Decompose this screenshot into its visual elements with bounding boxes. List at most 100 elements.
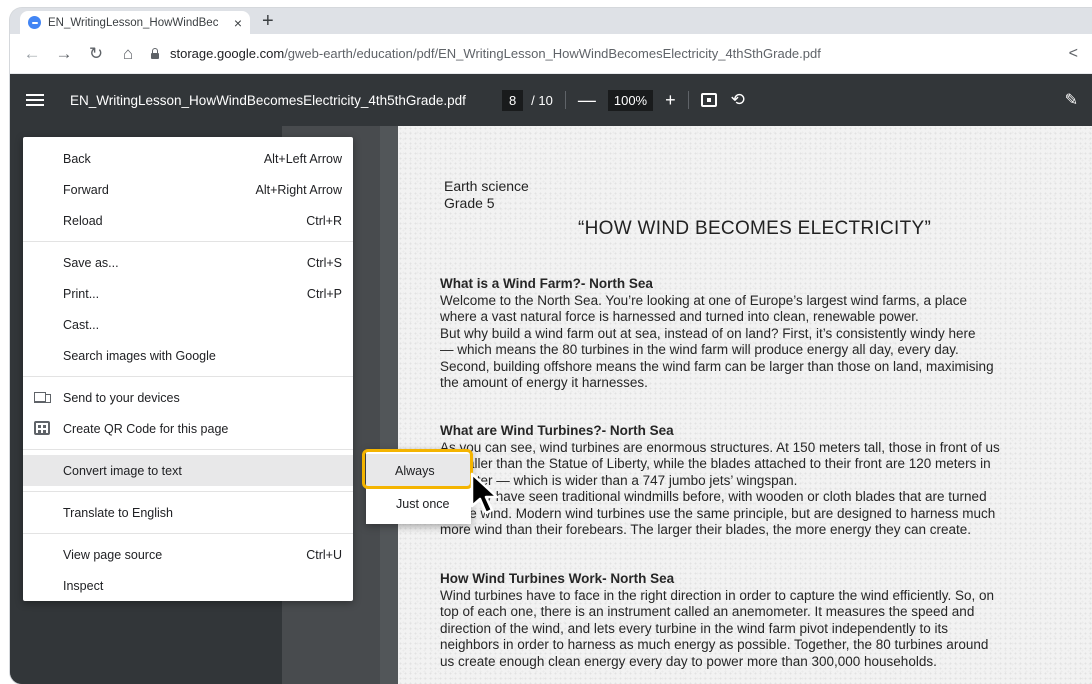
menu-item-label: Convert image to text xyxy=(63,463,182,478)
menu-item-cast[interactable]: Cast... xyxy=(23,309,353,340)
paragraph-line: Second, building offshore means the wind… xyxy=(440,358,994,374)
paragraph-line: top of each one, there is an instrument … xyxy=(440,604,975,619)
paragraph-line: more wind than their forebears. The larg… xyxy=(440,522,972,537)
grade-line: Grade 5 xyxy=(444,195,495,211)
devices-icon xyxy=(34,390,51,404)
reload-icon[interactable]: ↻ xyxy=(86,44,106,64)
annotate-pen-icon[interactable]: ✎ xyxy=(1065,90,1078,110)
fit-to-page-icon[interactable] xyxy=(700,93,717,107)
menu-item-shortcut: Ctrl+S xyxy=(306,255,342,270)
menu-item-send-devices[interactable]: Send to your devices xyxy=(23,382,353,413)
menu-item-label: Reload xyxy=(63,213,103,228)
zoom-level-input[interactable]: 100% xyxy=(607,89,654,111)
url-path: /gweb-earth/education/pdf/EN_WritingLess… xyxy=(284,46,821,61)
menu-item-shortcut: Alt+Left Arrow xyxy=(263,151,342,166)
menu-item-forward[interactable]: Forward Alt+Right Arrow xyxy=(23,174,353,205)
zoom-out-button[interactable]: — xyxy=(578,90,596,111)
section-turbines-work: How Wind Turbines Work- North Sea Wind t… xyxy=(440,571,1080,670)
forward-arrow-icon[interactable]: → xyxy=(54,44,74,64)
subject-line: Earth science xyxy=(444,178,529,194)
menu-separator xyxy=(23,449,353,450)
paragraph-line: But why build a wind farm out at sea, in… xyxy=(440,325,976,341)
menu-item-convert-image[interactable]: Convert image to text xyxy=(23,455,353,486)
menu-item-label: Inspect xyxy=(63,578,104,593)
url-host: storage.google.com xyxy=(170,46,285,61)
lock-icon xyxy=(150,47,160,60)
menu-item-back[interactable]: Back Alt+Left Arrow xyxy=(23,143,353,174)
submenu-item-just-once[interactable]: Just once xyxy=(366,487,471,520)
tab-close-icon[interactable]: × xyxy=(234,15,242,31)
paragraph-line: You may have seen traditional windmills … xyxy=(440,489,987,504)
menu-item-label: Translate to English xyxy=(63,505,174,520)
menu-item-print[interactable]: Print... Ctrl+P xyxy=(23,278,353,309)
toolbar-divider xyxy=(687,91,689,109)
menu-item-shortcut: Ctrl+U xyxy=(306,547,342,562)
menu-item-label: Save as... xyxy=(63,255,119,270)
qr-code-icon xyxy=(34,421,50,435)
docs-favicon-icon xyxy=(28,16,41,29)
menu-hamburger-icon[interactable] xyxy=(26,91,44,109)
section-heading: How Wind Turbines Work- North Sea xyxy=(440,571,675,586)
browser-tab[interactable]: EN_WritingLesson_HowWindBec × xyxy=(20,11,250,34)
document-title: “HOW WIND BECOMES ELECTRICITY” xyxy=(578,218,932,239)
page-total: / 10 xyxy=(531,92,553,108)
back-arrow-icon[interactable]: ← xyxy=(22,44,42,64)
submenu-item-always[interactable]: Always xyxy=(366,454,471,487)
menu-separator xyxy=(23,533,353,534)
menu-item-label: Send to your devices xyxy=(63,390,180,405)
section-wind-farm: What is a Wind Farm?- North Sea Welcome … xyxy=(440,276,1080,392)
paragraph-line: Welcome to the North Sea. You’re looking… xyxy=(440,292,968,308)
menu-item-search-images[interactable]: Search images with Google xyxy=(23,340,353,371)
menu-item-shortcut: Alt+Right Arrow xyxy=(255,182,343,197)
menu-item-label: Cast... xyxy=(63,317,100,332)
paragraph-line: the amount of energy it harnesses. xyxy=(440,375,648,390)
menu-item-reload[interactable]: Reload Ctrl+R xyxy=(23,205,353,236)
menu-item-label: Back xyxy=(63,151,91,166)
home-icon[interactable]: ⌂ xyxy=(118,44,138,64)
share-icon[interactable]: < xyxy=(1069,45,1078,63)
menu-item-label: Search images with Google xyxy=(63,348,216,363)
paragraph-line: by the wind. Modern wind turbines use th… xyxy=(440,505,996,521)
zoom-in-button[interactable]: + xyxy=(665,90,676,111)
paragraph-line: Wind turbines have to face in the right … xyxy=(440,587,995,603)
menu-item-label: View page source xyxy=(63,547,163,562)
menu-separator xyxy=(23,491,353,492)
menu-item-label: Forward xyxy=(63,182,109,197)
section-heading: What is a Wind Farm?- North Sea xyxy=(440,276,653,291)
paragraph-line: neighbors in order to harness as much en… xyxy=(440,637,989,652)
section-wind-turbines: What are Wind Turbines?- North Sea As yo… xyxy=(440,423,1080,539)
section-heading: What are Wind Turbines?- North Sea xyxy=(440,423,674,438)
menu-item-label: Print... xyxy=(63,286,100,301)
context-menu: Back Alt+Left Arrow Forward Alt+Right Ar… xyxy=(23,137,353,601)
menu-item-qr-code[interactable]: Create QR Code for this page xyxy=(23,413,353,444)
mouse-cursor-icon xyxy=(470,472,499,515)
menu-item-save-as[interactable]: Save as... Ctrl+S xyxy=(23,247,353,278)
new-tab-button[interactable]: + xyxy=(262,10,274,32)
paragraph-line: diameter — which is wider than a 747 jum… xyxy=(440,472,798,488)
pdf-filename: EN_WritingLesson_HowWindBecomesElectrici… xyxy=(70,92,466,108)
menu-item-label: Create QR Code for this page xyxy=(63,421,229,436)
paragraph-line: direction of the wind, and lets every tu… xyxy=(440,620,949,636)
tab-title: EN_WritingLesson_HowWindBec xyxy=(48,16,218,29)
paragraph-line: are taller than the Statue of Liberty, w… xyxy=(440,456,991,471)
menu-separator xyxy=(23,241,353,242)
pdf-page: Earth science Grade 5 “HOW WIND BECOMES … xyxy=(398,126,1092,684)
menu-item-translate[interactable]: Translate to English xyxy=(23,497,353,528)
page-number-input[interactable]: 8 xyxy=(501,89,524,111)
document-subject: Earth science Grade 5 xyxy=(444,178,529,212)
browser-toolbar: ← → ↻ ⌂ storage.google.com /gweb-earth/e… xyxy=(10,34,1092,74)
paragraph-line: — which means the 80 turbines in the win… xyxy=(440,342,959,357)
rotate-icon[interactable]: ⟲ xyxy=(731,90,745,110)
menu-item-inspect[interactable]: Inspect xyxy=(23,570,353,601)
menu-item-shortcut: Ctrl+R xyxy=(306,213,342,228)
pdf-toolbar: EN_WritingLesson_HowWindBecomesElectrici… xyxy=(10,74,1092,126)
paragraph-line: As you can see, wind turbines are enormo… xyxy=(440,439,1000,455)
toolbar-divider xyxy=(564,91,566,109)
tab-strip: EN_WritingLesson_HowWindBec × + xyxy=(10,8,1092,34)
menu-item-view-source[interactable]: View page source Ctrl+U xyxy=(23,539,353,570)
menu-item-shortcut: Ctrl+P xyxy=(306,286,342,301)
address-bar[interactable]: storage.google.com /gweb-earth/education… xyxy=(150,46,821,61)
paragraph-line: where a vast natural force is harnessed … xyxy=(440,309,919,324)
paragraph-line: us create enough clean energy every day … xyxy=(440,653,937,669)
menu-separator xyxy=(23,376,353,377)
